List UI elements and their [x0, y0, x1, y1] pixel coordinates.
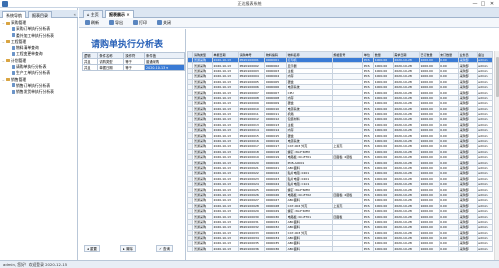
table-cell: 1000.00	[373, 245, 394, 253]
table-cell: 0.00	[438, 245, 460, 253]
condition-table: 逻辑 条件名称 操作符 条件值 并且 请购类型 等于 普通采购 并且 单据日期 …	[81, 52, 185, 71]
export-icon	[109, 20, 114, 25]
print-icon	[133, 20, 138, 25]
tree-label: 工程变更单查询	[16, 51, 43, 57]
tree-label: 委外加工单执行分析表	[16, 32, 54, 38]
tree-label: 生产工单执行分析表	[16, 70, 51, 76]
cond-cell[interactable]: 等于	[123, 64, 146, 71]
refresh-label: 刷新	[91, 20, 99, 25]
window-title: 正达报表系统	[237, 1, 262, 6]
result-grid: 请购类型 单据日期 请购单号 物料编码 物料名称 规格型号 单位 数量 需求日期 已订数量 未订数量…	[187, 51, 497, 260]
tree-label: 销售管理	[11, 76, 27, 82]
tab-report-view[interactable]: 报表展示 ✕	[105, 10, 134, 18]
print-label: 打印	[139, 20, 147, 25]
table-cell: 采购部	[458, 245, 478, 253]
tree-label: 请购单执行分析表	[16, 64, 47, 70]
refresh-button[interactable]: 刷新	[85, 20, 99, 26]
cond-cell[interactable]: 并且	[81, 64, 99, 71]
grid-vertical-scrollbar[interactable]	[494, 51, 499, 260]
sidebar-tab-strip: 系统导航 报表目录 «	[0, 10, 78, 18]
document-icon	[12, 45, 15, 50]
query-button[interactable]: ✓ 查询	[156, 245, 174, 252]
document-icon	[12, 83, 15, 88]
table-cell: 1000.00	[418, 245, 440, 253]
table-cell: ABC面料	[286, 245, 333, 253]
sidebar: 系统导航 报表目录 « − 采购管理 采购订单执行分析表 委外加工单执行分析表 − 工程管…	[0, 8, 78, 260]
date-select[interactable]: 2020-10-13 ▾	[144, 64, 185, 71]
document-icon	[12, 33, 15, 38]
action-toolbar: 刷新 导出 打印 关闭	[79, 18, 499, 28]
minimize-button[interactable]: —	[472, 1, 478, 7]
folder-icon	[6, 59, 10, 63]
table-cell: PCS	[362, 245, 375, 253]
cond-cell[interactable]: 单据日期	[97, 64, 125, 71]
clear-button[interactable]: ▸ 清除	[120, 245, 136, 252]
sidebar-tab-nav[interactable]: 系统导航	[2, 11, 26, 18]
folder-icon	[6, 21, 10, 25]
table-cell: PR20100036	[238, 245, 266, 253]
export-button[interactable]: 导出	[109, 20, 123, 26]
table-cell: 0000036	[264, 245, 288, 253]
navigation-tree: − 采购管理 采购订单执行分析表 委外加工单执行分析表 − 工程管理 物料清单查询 工程变更单…	[0, 20, 78, 96]
close-window-button[interactable]: ✕	[489, 1, 495, 7]
table-cell	[331, 245, 364, 253]
document-tab-strip: ⌂ 主页 报表展示 ✕	[79, 8, 499, 18]
table-row[interactable]: 普通采购 2020-10-13 PR20100036 0000036 ABC面料 PCS 1…	[187, 245, 494, 253]
result-table: 请购类型 单据日期 请购单号 物料编码 物料名称 规格型号 单位 数量 需求日期 已订数量 未订数量…	[187, 51, 494, 253]
document-icon	[12, 64, 15, 69]
table-cell: admin	[476, 245, 494, 253]
maximize-button[interactable]: □	[480, 1, 486, 7]
tree-item[interactable]: 销售发货单执行分析表	[0, 89, 78, 95]
collapse-icon[interactable]: «	[74, 12, 76, 17]
report-title: 请购单执行分析表	[91, 40, 164, 50]
status-text: admin, 您好！欢迎登录 2020-12-15	[3, 262, 68, 267]
tree-label: 采购订单执行分析表	[16, 26, 51, 32]
condition-row[interactable]: 并且 单据日期 等于 2020-10-13 ▾	[81, 64, 185, 71]
close-label: 关闭	[163, 20, 171, 25]
table-cell: 2020-10-13	[212, 245, 240, 253]
refresh-icon	[85, 20, 90, 25]
close-icon	[157, 20, 162, 25]
tree-label: 销售发货单执行分析表	[16, 89, 54, 95]
table-cell: 普通采购	[192, 245, 214, 253]
tab-home[interactable]: ⌂ 主页	[83, 10, 103, 18]
window-titlebar: 正达报表系统 — □ ✕	[0, 0, 499, 8]
tree-label: 工程管理	[11, 38, 27, 44]
folder-icon	[6, 78, 10, 82]
reset-button[interactable]: ◂ 重置	[84, 245, 100, 252]
status-bar: admin, 您好！欢迎登录 2020-12-15	[0, 260, 499, 268]
document-icon	[12, 26, 15, 31]
condition-buttons: ◂ 重置 ▸ 清除 ✓ 查询	[82, 245, 185, 253]
export-label: 导出	[115, 20, 123, 25]
document-icon	[12, 89, 15, 94]
folder-icon	[6, 40, 10, 44]
tree-label: 计划管理	[11, 57, 27, 63]
print-button[interactable]: 打印	[133, 20, 147, 26]
document-icon	[12, 51, 15, 56]
table-cell: 2020-10-28	[392, 245, 420, 253]
sidebar-tab-reports[interactable]: 报表目录	[28, 11, 52, 18]
report-condition-panel: 请购单执行分析表 逻辑 条件名称 操作符 条件值 并且 请购类型 等于 普通采购…	[79, 29, 186, 260]
close-button[interactable]: 关闭	[157, 20, 171, 26]
tree-label: 销售订单执行分析表	[16, 82, 51, 88]
tree-label: 物料清单查询	[16, 45, 39, 51]
tree-label: 采购管理	[11, 20, 27, 25]
document-icon	[12, 70, 15, 75]
